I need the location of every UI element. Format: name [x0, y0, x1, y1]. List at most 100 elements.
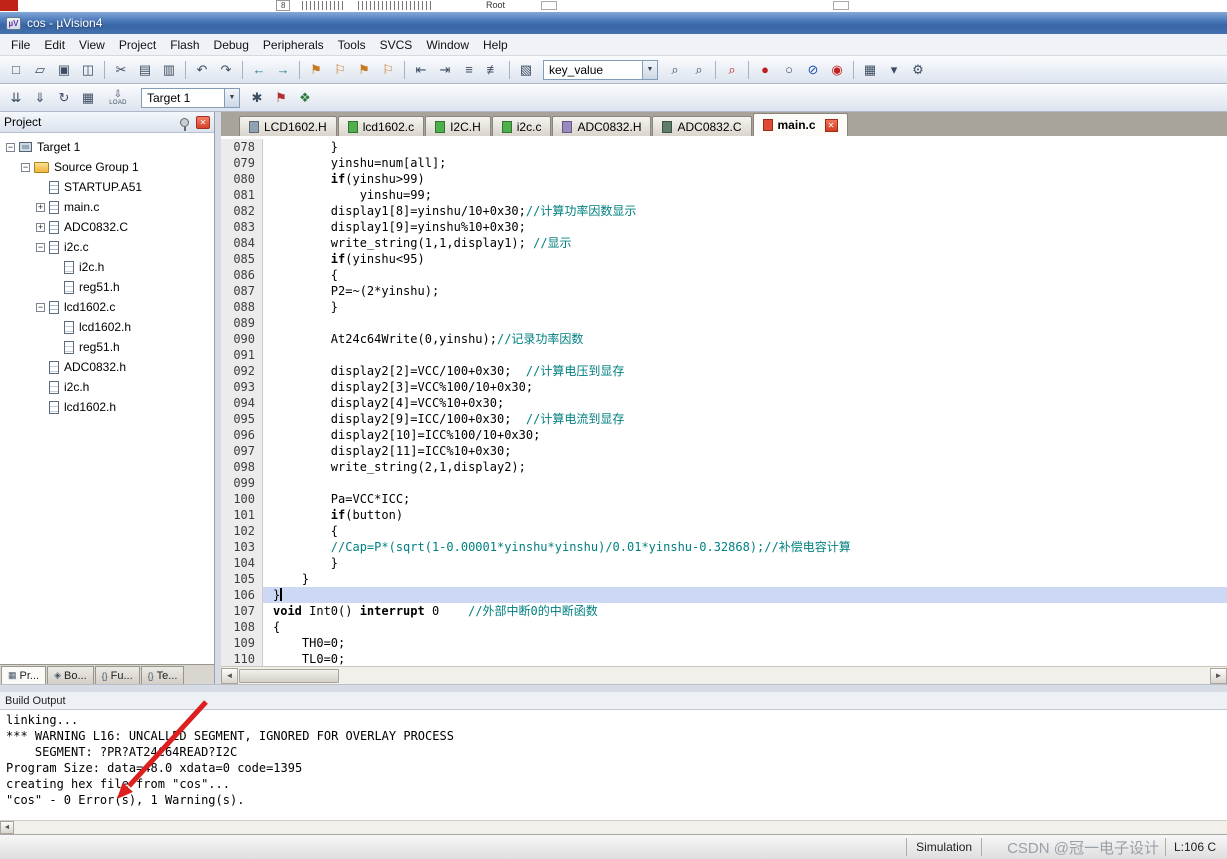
menu-window[interactable]: Window	[419, 36, 476, 54]
code-line-079[interactable]: 079 yinshu=num[all];	[221, 155, 1227, 171]
code-line-096[interactable]: 096 display2[10]=ICC%100/10+0x30;	[221, 427, 1227, 443]
expand-icon[interactable]: +	[36, 222, 45, 232]
code-line-080[interactable]: 080 if(yinshu>99)	[221, 171, 1227, 187]
disable-all-breakpoints-icon[interactable]: ⊘	[802, 60, 824, 80]
kill-all-breakpoints-icon[interactable]: ◉	[826, 60, 848, 80]
code-line-097[interactable]: 097 display2[11]=ICC%10+0x30;	[221, 443, 1227, 459]
menu-peripherals[interactable]: Peripherals	[256, 36, 331, 54]
collapse-icon[interactable]: −	[6, 142, 15, 152]
key-value-combo[interactable]: key_value ▼	[543, 59, 658, 80]
insert-breakpoint-icon[interactable]: ●	[754, 60, 776, 80]
code-line-083[interactable]: 083 display1[9]=yinshu%10+0x30;	[221, 219, 1227, 235]
menu-view[interactable]: View	[72, 36, 112, 54]
tab-i2c-h[interactable]: I2C.H	[425, 116, 491, 136]
load-button[interactable]: ⇩ LOAD	[104, 86, 132, 110]
find-icon[interactable]: ⌕	[721, 60, 743, 80]
code-line-095[interactable]: 095 display2[9]=ICC/100+0x30; //计算电流到显存	[221, 411, 1227, 427]
code-line-109[interactable]: 109 TH0=0;	[221, 635, 1227, 651]
menu-tools[interactable]: Tools	[331, 36, 373, 54]
tree-item-reg51-h[interactable]: reg51.h	[0, 337, 214, 357]
windows-dropdown-icon[interactable]: ▾	[883, 60, 905, 80]
menu-debug[interactable]: Debug	[207, 36, 256, 54]
tree-item-adc0832-c[interactable]: + ADC0832.C	[0, 217, 214, 237]
flag-icon[interactable]: ⚑	[270, 88, 292, 108]
tree-item-lcd1602-h[interactable]: lcd1602.h	[0, 397, 214, 417]
code-line-088[interactable]: 088 }	[221, 299, 1227, 315]
outdent-icon[interactable]: ⇤	[410, 60, 432, 80]
tree-item-main-c[interactable]: + main.c	[0, 197, 214, 217]
edit-marker-icon[interactable]: ▧	[515, 60, 537, 80]
code-line-093[interactable]: 093 display2[3]=VCC%100/10+0x30;	[221, 379, 1227, 395]
debug-windows-icon[interactable]: ▦	[859, 60, 881, 80]
scroll-left-icon[interactable]: ◄	[0, 821, 14, 834]
tree-item-reg51-h[interactable]: reg51.h	[0, 277, 214, 297]
code-lines[interactable]: 078 } 079 yinshu=num[all]; 080 if(yinshu>9…	[221, 136, 1227, 666]
code-line-098[interactable]: 098 write_string(2,1,display2);	[221, 459, 1227, 475]
panel-tab-bo[interactable]: ◈ Bo...	[47, 666, 94, 684]
configure-icon[interactable]: ⚙	[907, 60, 929, 80]
copy-icon[interactable]: ▤	[134, 60, 156, 80]
navigate-forward-icon[interactable]: →	[272, 60, 294, 80]
tab-main-c[interactable]: main.c ✕	[752, 113, 848, 136]
code-line-103[interactable]: 103 //Cap=P*(sqrt(1-0.00001*yinshu*yinsh…	[221, 539, 1227, 555]
code-line-094[interactable]: 094 display2[4]=VCC%10+0x30;	[221, 395, 1227, 411]
code-line-089[interactable]: 089	[221, 315, 1227, 331]
tree-item-source-group-1[interactable]: − Source Group 1	[0, 157, 214, 177]
tree-item-adc0832-h[interactable]: ADC0832.h	[0, 357, 214, 377]
close-tab-icon[interactable]: ✕	[824, 118, 838, 132]
rebuild-icon[interactable]: ↻	[53, 88, 75, 108]
find-next-icon[interactable]: ⌕	[664, 60, 686, 80]
tree-item-target-1[interactable]: − Target 1	[0, 137, 214, 157]
code-line-105[interactable]: 105 }	[221, 571, 1227, 587]
code-line-085[interactable]: 085 if(yinshu<95)	[221, 251, 1227, 267]
bookmark-clear-icon[interactable]: ⚐	[377, 60, 399, 80]
open-file-icon[interactable]: ▱	[29, 60, 51, 80]
code-line-100[interactable]: 100 Pa=VCC*ICC;	[221, 491, 1227, 507]
tab-adc0832-h[interactable]: ADC0832.H	[552, 116, 652, 136]
bookmark-toggle-icon[interactable]: ⚑	[305, 60, 327, 80]
menu-help[interactable]: Help	[476, 36, 515, 54]
dropdown-arrow-icon[interactable]: ▼	[224, 88, 239, 107]
navigate-back-icon[interactable]: ←	[248, 60, 270, 80]
code-line-092[interactable]: 092 display2[2]=VCC/100+0x30; //计算电压到显存	[221, 363, 1227, 379]
panel-tab-te[interactable]: {} Te...	[140, 666, 185, 684]
panel-tab-pr[interactable]: ▦ Pr...	[1, 666, 47, 684]
bookmark-prev-icon[interactable]: ⚐	[329, 60, 351, 80]
save-all-icon[interactable]: ◫	[77, 60, 99, 80]
batch-build-icon[interactable]: ▦	[77, 88, 99, 108]
code-line-110[interactable]: 110 TL0=0;	[221, 651, 1227, 666]
translate-icon[interactable]: ⇊	[5, 88, 27, 108]
close-panel-icon[interactable]: ✕	[196, 115, 210, 129]
title-bar[interactable]: µV cos - µVision4	[0, 12, 1227, 34]
scroll-thumb[interactable]	[239, 668, 339, 683]
uncomment-icon[interactable]: ≢	[482, 60, 504, 80]
new-file-icon[interactable]: □	[5, 60, 27, 80]
pin-icon[interactable]	[180, 117, 189, 131]
tree-item-i2c-h[interactable]: i2c.h	[0, 257, 214, 277]
menu-file[interactable]: File	[4, 36, 37, 54]
code-line-078[interactable]: 078 }	[221, 139, 1227, 155]
menu-svcs[interactable]: SVCS	[373, 36, 420, 54]
code-line-081[interactable]: 081 yinshu=99;	[221, 187, 1227, 203]
paste-icon[interactable]: ▥	[158, 60, 180, 80]
enable-breakpoint-icon[interactable]: ○	[778, 60, 800, 80]
build-icon[interactable]: ⇓	[29, 88, 51, 108]
tree-item-i2c-c[interactable]: − i2c.c	[0, 237, 214, 257]
find-in-files-icon[interactable]: ⌕	[688, 60, 710, 80]
undo-icon[interactable]: ↶	[191, 60, 213, 80]
scroll-left-icon[interactable]: ◄	[221, 667, 238, 684]
code-line-102[interactable]: 102 {	[221, 523, 1227, 539]
redo-icon[interactable]: ↷	[215, 60, 237, 80]
tree-item-i2c-h[interactable]: i2c.h	[0, 377, 214, 397]
tree-item-lcd1602-h[interactable]: lcd1602.h	[0, 317, 214, 337]
tree-item-lcd1602-c[interactable]: − lcd1602.c	[0, 297, 214, 317]
panel-tab-fu[interactable]: {} Fu...	[94, 666, 140, 684]
scroll-right-icon[interactable]: ►	[1210, 667, 1227, 684]
indent-icon[interactable]: ⇥	[434, 60, 456, 80]
code-line-084[interactable]: 084 write_string(1,1,display1); //显示	[221, 235, 1227, 251]
save-icon[interactable]: ▣	[53, 60, 75, 80]
code-line-104[interactable]: 104 }	[221, 555, 1227, 571]
tree-item-startup-a51[interactable]: STARTUP.A51	[0, 177, 214, 197]
menu-flash[interactable]: Flash	[163, 36, 206, 54]
code-line-090[interactable]: 090 At24c64Write(0,yinshu);//记录功率因数	[221, 331, 1227, 347]
